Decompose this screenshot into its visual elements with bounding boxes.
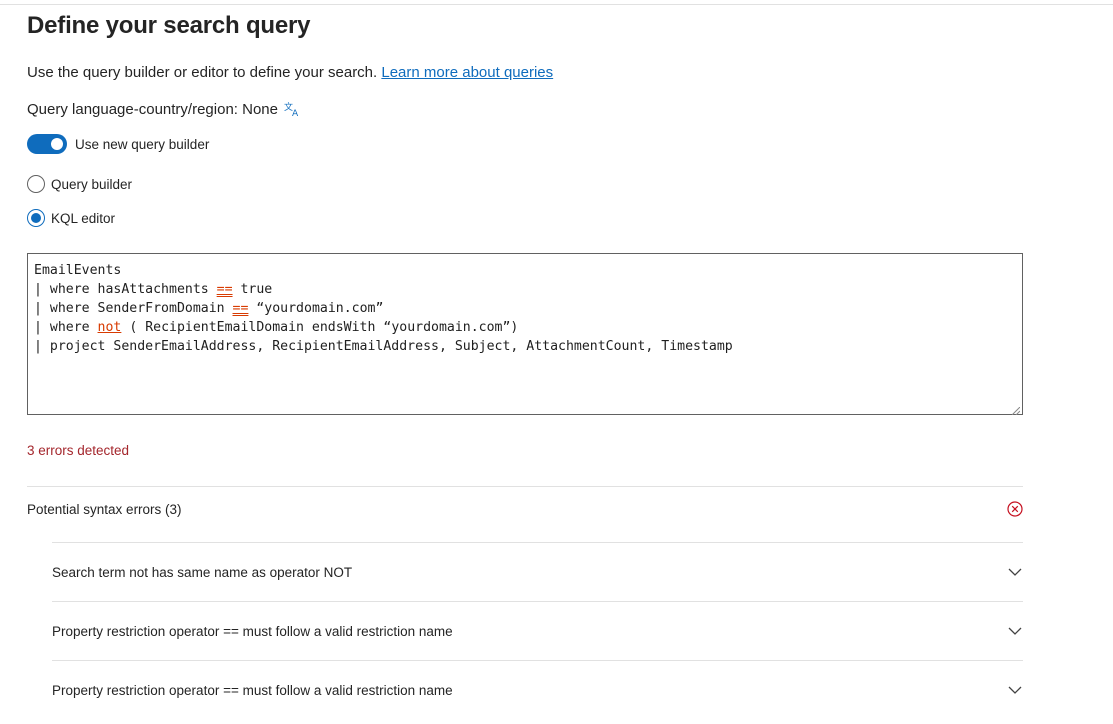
radio-query-builder[interactable]: Query builder [27, 175, 132, 193]
syntax-errors-title: Potential syntax errors (3) [27, 501, 182, 517]
code-text: “yourdomain.com” [248, 301, 384, 316]
syntax-error-token: == [232, 301, 249, 316]
toggle-label: Use new query builder [75, 136, 210, 152]
error-item[interactable]: Search term not has same name as operato… [52, 542, 1023, 601]
error-item[interactable]: Property restriction operator == must fo… [52, 601, 1023, 660]
error-count: 3 errors detected [27, 443, 130, 458]
pipe-char: | [34, 339, 42, 354]
query-language: Query language-country/region: None 文 A [27, 100, 302, 120]
code-text: project SenderEmailAddress, RecipientEma… [49, 339, 733, 354]
code-text: true [232, 282, 273, 297]
code-text: ( RecipientEmailDomain endsWith “yourdom… [121, 320, 519, 335]
radio-button[interactable] [27, 175, 45, 193]
error-item-text: Property restriction operator == must fo… [52, 682, 453, 698]
code-text: where hasAttachments [49, 282, 217, 297]
error-circle-icon[interactable] [1007, 501, 1023, 517]
syntax-error-token: == [216, 282, 233, 297]
code-line: | where SenderFromDomain == “yourdomain.… [34, 299, 1016, 318]
page-description: Use the query builder or editor to defin… [27, 64, 553, 81]
radio-kql-editor[interactable]: KQL editor [27, 209, 115, 227]
top-divider [0, 4, 1113, 5]
error-item-text: Search term not has same name as operato… [52, 564, 353, 580]
code-line: | project SenderEmailAddress, RecipientE… [34, 337, 1016, 356]
syntax-errors-header: Potential syntax errors (3) [27, 487, 1023, 531]
radio-button-checked[interactable] [27, 209, 45, 227]
code-text: where [49, 320, 98, 335]
kql-editor[interactable]: EmailEvents | where hasAttachments == tr… [27, 253, 1023, 416]
radio-label: Query builder [51, 176, 133, 192]
chevron-down-icon[interactable] [1007, 564, 1023, 580]
error-item-text: Property restriction operator == must fo… [52, 623, 453, 639]
chevron-down-icon[interactable] [1007, 623, 1023, 639]
pipe-char: | [34, 320, 42, 335]
code-text: where SenderFromDomain [49, 301, 233, 316]
code-line: EmailEvents [34, 263, 122, 278]
translate-icon[interactable]: 文 A [284, 100, 302, 119]
learn-more-link[interactable]: Learn more about queries [381, 64, 553, 81]
chevron-down-icon[interactable] [1007, 682, 1023, 698]
error-item[interactable]: Property restriction operator == must fo… [52, 660, 1023, 719]
pipe-char: | [34, 282, 42, 297]
query-language-label: Query language-country/region: None [27, 100, 278, 118]
code-line: | where hasAttachments == true [34, 280, 1016, 299]
new-query-builder-toggle[interactable] [27, 134, 67, 154]
code-line: | where not ( RecipientEmailDomain endsW… [34, 318, 1016, 337]
syntax-error-token: not [97, 320, 122, 335]
resize-handle-icon[interactable] [1011, 404, 1021, 416]
description-text: Use the query builder or editor to defin… [27, 64, 382, 81]
page-title: Define your search query [27, 12, 311, 39]
pipe-char: | [34, 301, 42, 316]
svg-text:A: A [292, 109, 299, 118]
new-query-builder-toggle-row: Use new query builder [27, 134, 209, 154]
radio-label: KQL editor [51, 210, 116, 226]
